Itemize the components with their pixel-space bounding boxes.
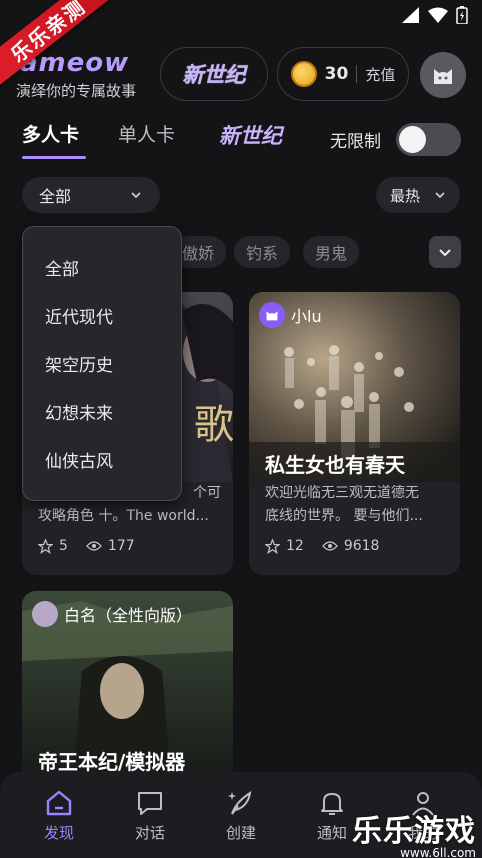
star-count: 5: [59, 538, 68, 554]
user-avatar[interactable]: [420, 52, 466, 98]
chat-bubble-icon: [138, 792, 162, 815]
coin-balance-button[interactable]: 30 充值: [277, 47, 409, 101]
home-icon: [46, 790, 72, 816]
star-icon: [38, 538, 53, 554]
card-description-line: 攻略角色 十。The world...: [38, 508, 209, 524]
tab-multi-card[interactable]: 多人卡: [22, 120, 79, 147]
tag-chip[interactable]: 钓系: [234, 236, 291, 268]
category-dropdown-menu: 全部 近代现代 架空历史 幻想未来 仙侠古风: [22, 226, 182, 501]
eye-icon: [321, 541, 338, 551]
nav-label: 发现: [43, 824, 74, 842]
cat-face-icon: [266, 311, 278, 321]
watermark-title: 乐乐游戏: [352, 814, 476, 849]
view-count: 9618: [343, 538, 380, 554]
card-author[interactable]: 白名（全性向版）: [32, 601, 192, 627]
author-avatar: [259, 302, 285, 328]
chevron-down-icon: [131, 192, 141, 199]
nav-label: 通知: [316, 824, 347, 842]
divider: [356, 65, 358, 83]
dropdown-item[interactable]: 近代现代: [45, 303, 113, 328]
card-description-line: 底线的世界。 要与他们...: [265, 508, 423, 524]
category-select[interactable]: 全部: [22, 177, 160, 213]
card-title: 私生女也有春天: [265, 453, 405, 477]
nav-label: 对话: [134, 824, 165, 842]
coin-icon: [290, 61, 317, 87]
brand-slogan: 演绎你的专属故事: [16, 82, 137, 100]
sort-select-value: 最热: [390, 186, 421, 205]
card-stats: 12 9618: [265, 538, 379, 554]
tab-xinshiji[interactable]: 新世纪: [219, 120, 282, 150]
role-card[interactable]: 小lu 私生女也有春天 欢迎光临无三观无道德无 底线的世界。 要与他们... 1…: [249, 292, 460, 575]
dropdown-item[interactable]: 全部: [45, 255, 79, 280]
cat-face-icon: [434, 69, 452, 84]
category-select-value: 全部: [39, 187, 72, 206]
author-avatar: [32, 601, 58, 627]
wifi-icon: [428, 7, 448, 23]
nav-chat[interactable]: 对话: [120, 788, 180, 843]
tag-chip[interactable]: 男鬼: [303, 236, 360, 268]
chevron-down-icon: [435, 192, 445, 199]
battery-icon: [456, 6, 468, 24]
dropdown-item[interactable]: 仙侠古风: [45, 447, 113, 472]
card-title-art: 歌: [194, 402, 233, 448]
nav-discover[interactable]: 发现: [29, 788, 89, 843]
view-count: 177: [107, 538, 135, 554]
author-name: 白名（全性向版）: [64, 606, 193, 625]
xinshiji-button[interactable]: 新世纪: [160, 47, 268, 101]
xinshiji-logo: 新世纪: [182, 63, 246, 87]
card-stats: 5 177: [38, 538, 135, 554]
card-author[interactable]: 小lu: [259, 302, 322, 328]
star-count: 12: [286, 538, 304, 554]
nav-label: 创建: [225, 824, 256, 842]
recharge-label: 充值: [365, 65, 396, 84]
eye-icon: [86, 541, 102, 551]
dropdown-item[interactable]: 幻想未来: [45, 399, 113, 424]
tab-single-card[interactable]: 单人卡: [118, 120, 175, 147]
chevron-down-icon: [439, 249, 451, 257]
nav-create[interactable]: 创建: [211, 788, 271, 843]
sort-select[interactable]: 最热: [376, 177, 460, 213]
expand-tags-button[interactable]: [429, 236, 461, 268]
status-icons: [402, 6, 468, 24]
unlimited-label: 无限制: [330, 132, 381, 152]
signal-icon: [402, 7, 419, 23]
toggle-knob: [399, 126, 426, 153]
unlimited-toggle[interactable]: [396, 123, 461, 156]
author-name: 小lu: [291, 307, 322, 326]
dropdown-item[interactable]: 架空历史: [45, 351, 113, 376]
role-card[interactable]: 白名（全性向版） 帝王本纪/模拟器: [22, 591, 233, 791]
coin-count: 30: [324, 64, 349, 84]
bell-icon: [321, 793, 343, 815]
card-description-line: 欢迎光临无三观无道德无: [265, 485, 419, 501]
quill-icon: [228, 790, 252, 815]
star-icon: [265, 538, 280, 554]
site-watermark: 乐乐游戏 www.6ll.com: [352, 806, 476, 858]
card-title: 帝王本纪/模拟器: [38, 750, 186, 774]
tab-active-indicator: [22, 156, 86, 159]
